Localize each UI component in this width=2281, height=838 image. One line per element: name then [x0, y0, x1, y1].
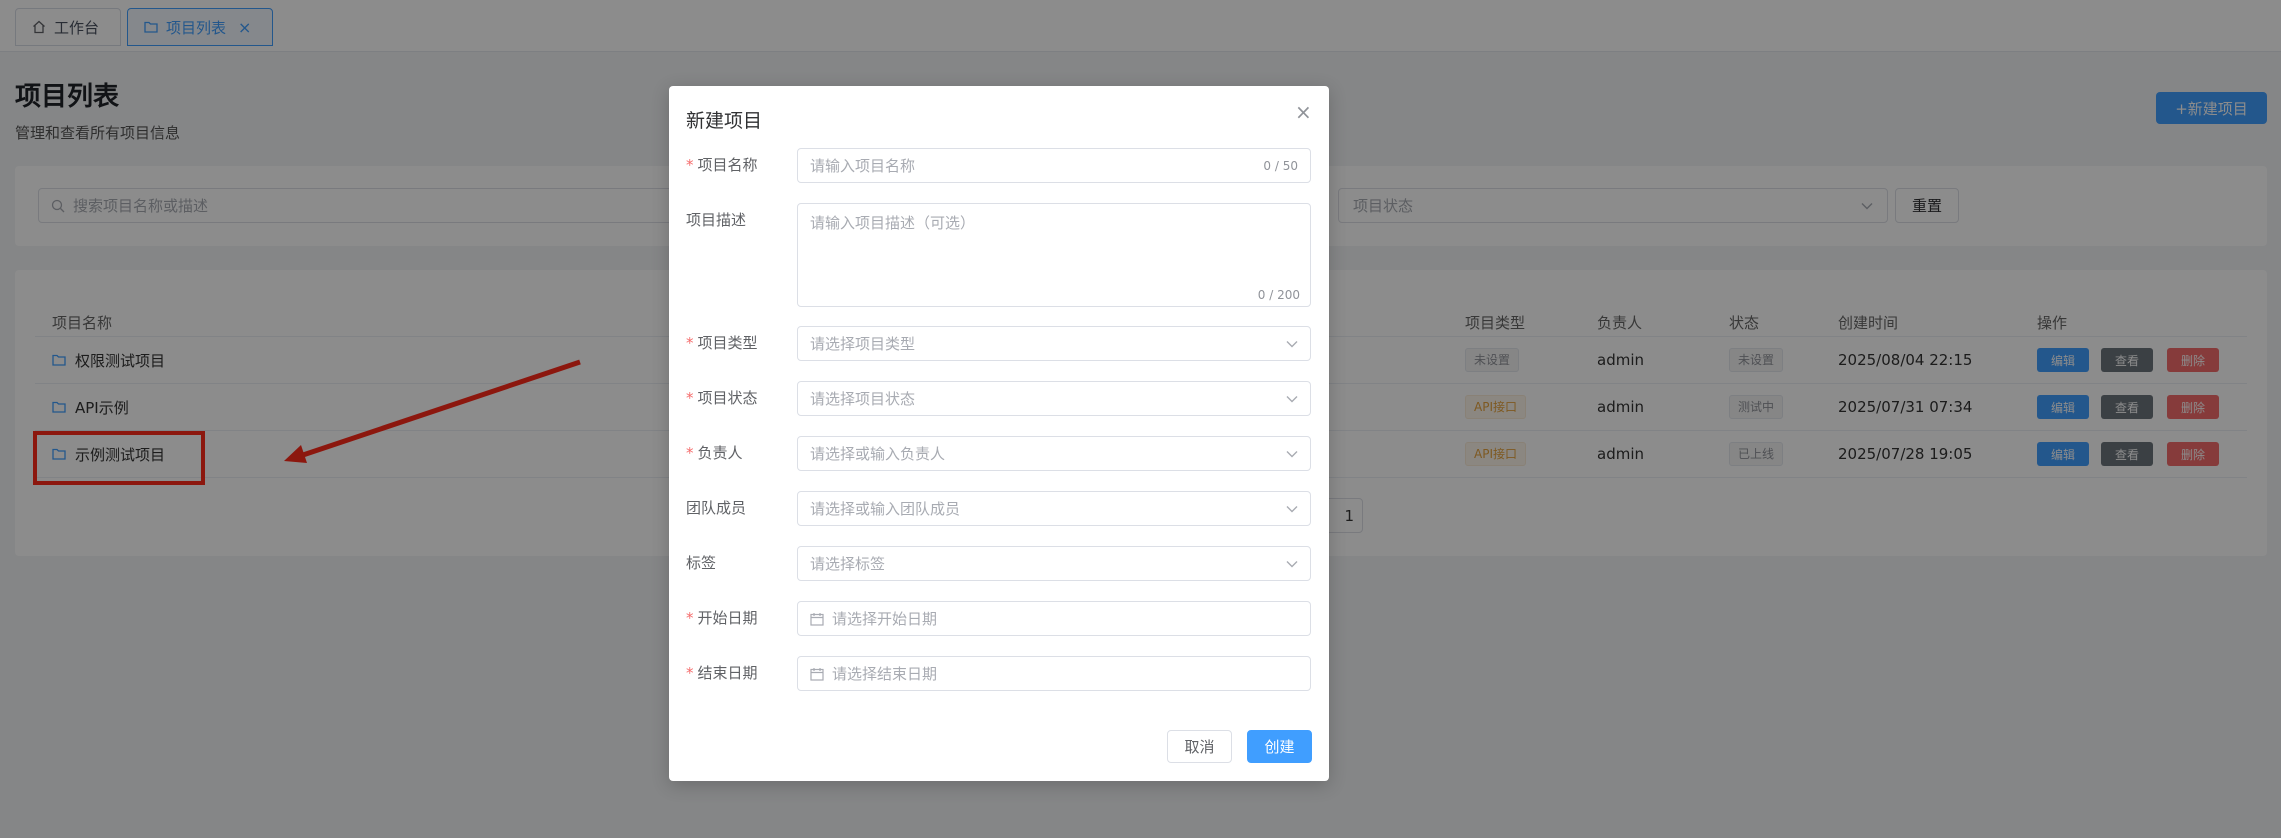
field-label-text: 负责人 — [697, 444, 743, 462]
new-project-dialog: 新建项目 × * 项目名称 请输入项目名称 0 / 50 项目描述 请输入项目描述… — [669, 86, 1329, 781]
select-placeholder: 请选择项目状态 — [810, 390, 916, 408]
form-row-members: 团队成员 请选择或输入团队成员 — [686, 491, 1312, 526]
form-row-end-date: * 结束日期 请选择结束日期 — [686, 656, 1312, 691]
select-placeholder: 请选择标签 — [810, 555, 886, 573]
field-label-text: 团队成员 — [686, 499, 747, 517]
field-label: * 开始日期 — [686, 601, 758, 636]
chevron-down-icon — [1286, 560, 1298, 567]
field-label: * 负责人 — [686, 436, 743, 471]
date-placeholder: 请选择开始日期 — [832, 610, 938, 628]
start-date-picker[interactable]: 请选择开始日期 — [797, 601, 1311, 636]
field-label: 标签 — [686, 546, 716, 581]
form-row-tags: 标签 请选择标签 — [686, 546, 1312, 581]
form-row-status: * 项目状态 请选择项目状态 — [686, 381, 1312, 416]
end-date-picker[interactable]: 请选择结束日期 — [797, 656, 1311, 691]
chevron-down-icon — [1286, 395, 1298, 402]
field-label-text: 标签 — [686, 554, 717, 572]
field-label: * 项目状态 — [686, 381, 758, 416]
char-counter: 0 / 50 — [1263, 158, 1298, 173]
team-members-select[interactable]: 请选择或输入团队成员 — [797, 491, 1311, 526]
field-label-text: 项目类型 — [697, 334, 758, 352]
field-label: * 项目名称 — [686, 148, 758, 183]
select-placeholder: 请选择或输入负责人 — [810, 445, 946, 463]
form-row-description: 项目描述 请输入项目描述（可选） 0 / 200 — [686, 203, 1312, 307]
field-label-text: 项目描述 — [686, 211, 747, 229]
field-label: 团队成员 — [686, 491, 746, 526]
form-row-owner: * 负责人 请选择或输入负责人 — [686, 436, 1312, 471]
tags-select[interactable]: 请选择标签 — [797, 546, 1311, 581]
project-owner-select[interactable]: 请选择或输入负责人 — [797, 436, 1311, 471]
field-label-text: 开始日期 — [697, 609, 758, 627]
chevron-down-icon — [1286, 340, 1298, 347]
required-mark: * — [686, 664, 694, 682]
input-placeholder: 请输入项目描述（可选） — [810, 214, 976, 232]
select-placeholder: 请选择项目类型 — [810, 335, 916, 353]
dialog-title: 新建项目 — [686, 110, 763, 132]
project-description-textarea[interactable]: 请输入项目描述（可选） 0 / 200 — [797, 203, 1311, 307]
field-label: * 结束日期 — [686, 656, 758, 691]
required-mark: * — [686, 444, 694, 462]
create-button[interactable]: 创建 — [1247, 730, 1312, 763]
calendar-icon — [810, 612, 824, 626]
input-placeholder: 请输入项目名称 — [810, 157, 916, 175]
required-mark: * — [686, 334, 694, 352]
form-row-name: * 项目名称 请输入项目名称 0 / 50 — [686, 148, 1312, 183]
chevron-down-icon — [1286, 450, 1298, 457]
field-label-text: 项目名称 — [697, 156, 758, 174]
form-row-type: * 项目类型 请选择项目类型 — [686, 326, 1312, 361]
project-name-input[interactable]: 请输入项目名称 0 / 50 — [797, 148, 1311, 183]
required-mark: * — [686, 156, 694, 174]
field-label-text: 结束日期 — [697, 664, 758, 682]
form-row-start-date: * 开始日期 请选择开始日期 — [686, 601, 1312, 636]
field-label: * 项目类型 — [686, 326, 758, 361]
field-label-text: 项目状态 — [697, 389, 758, 407]
required-mark: * — [686, 609, 694, 627]
cancel-button[interactable]: 取消 — [1167, 730, 1232, 763]
char-counter: 0 / 200 — [1257, 288, 1300, 302]
project-type-select[interactable]: 请选择项目类型 — [797, 326, 1311, 361]
select-placeholder: 请选择或输入团队成员 — [810, 500, 961, 518]
calendar-icon — [810, 667, 824, 681]
project-status-select[interactable]: 请选择项目状态 — [797, 381, 1311, 416]
field-label: 项目描述 — [686, 203, 746, 238]
date-placeholder: 请选择结束日期 — [832, 665, 938, 683]
required-mark: * — [686, 389, 694, 407]
close-icon[interactable]: × — [1295, 100, 1312, 124]
chevron-down-icon — [1286, 505, 1298, 512]
